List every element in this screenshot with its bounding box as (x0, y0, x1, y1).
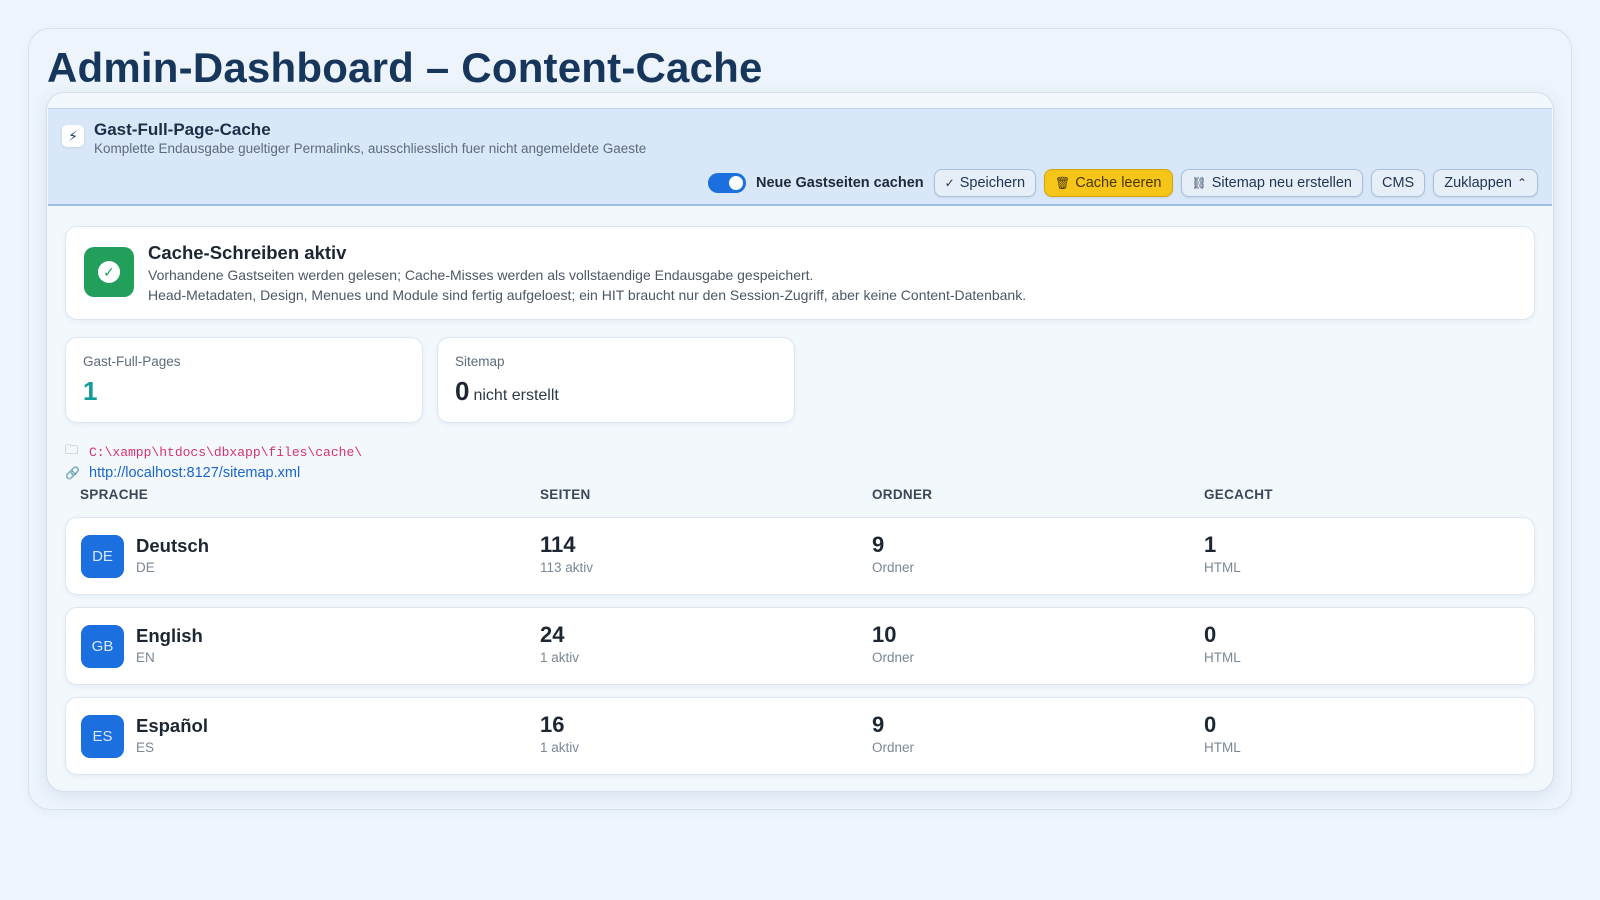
table-row[interactable]: GB English EN 24 1 aktiv 10 Ordner 0 HTML (65, 607, 1535, 685)
pages-cell: 16 1 aktiv (540, 712, 579, 755)
cache-new-pages-toggle[interactable] (708, 173, 747, 193)
link-icon: 🔗 (65, 466, 80, 480)
folders-count: 10 (872, 622, 897, 647)
folder-icon: 🗀 (65, 442, 79, 457)
clear-cache-button[interactable]: 🗑 Cache leeren (1044, 169, 1173, 197)
sitemap-icon: ⛓ (1191, 176, 1207, 190)
check-icon: ✓ (98, 261, 120, 283)
stat-card-guest-pages: Gast-Full-Pages 1 (65, 337, 423, 423)
flag-badge: GB (81, 625, 124, 668)
pages-cell: 114 113 aktiv (540, 532, 593, 575)
status-title: Cache-Schreiben aktiv (148, 242, 347, 263)
stat-value-wrap: 0 nicht erstellt (455, 376, 559, 407)
cache-path-row: 🗀 C:\xampp\htdocs\dbxapp\files\cache\ (65, 441, 362, 463)
status-icon: ✓ (84, 247, 134, 297)
cached-label: HTML (1204, 650, 1241, 665)
check-circle-icon: ✓ (944, 176, 955, 190)
toggle-label: Neue Gastseiten cachen (756, 175, 924, 191)
save-label: Speichern (959, 175, 1026, 191)
column-header-cached: GECACHT (1204, 487, 1273, 502)
save-button[interactable]: ✓ Speichern (933, 169, 1037, 197)
status-description-1: Vorhandene Gastseiten werden gelesen; Ca… (148, 267, 814, 283)
folders-count: 9 (872, 532, 885, 557)
column-header-folders: ORDNER (872, 487, 933, 502)
trash-icon: 🗑 (1055, 176, 1071, 190)
collapse-button[interactable]: Zuklappen ⌃ (1433, 169, 1538, 197)
language-name: English (136, 625, 203, 646)
language-code: ES (136, 740, 155, 755)
cache-path: C:\xampp\htdocs\dbxapp\files\cache\ (89, 444, 363, 460)
cached-cell: 0 HTML (1204, 622, 1241, 665)
folders-cell: 10 Ordner (872, 622, 914, 665)
stat-value: 0 (455, 376, 470, 406)
sitemap-link[interactable]: http://localhost:8127/sitemap.xml (89, 465, 300, 481)
pages-cell: 24 1 aktiv (540, 622, 579, 665)
folders-count: 9 (872, 712, 885, 737)
pages-active: 1 aktiv (540, 740, 580, 755)
column-header-pages: SEITEN (540, 487, 591, 502)
pages-active: 113 aktiv (540, 560, 594, 575)
status-description-2: Head-Metadaten, Design, Menues und Modul… (148, 287, 1027, 303)
table-row[interactable]: ES Español ES 16 1 aktiv 9 Ordner 0 HTML (65, 697, 1535, 775)
page-title: Admin-Dashboard – Content-Cache (47, 44, 763, 91)
pages-count: 24 (540, 622, 565, 647)
collapse-label: Zuklappen (1444, 175, 1512, 191)
panel-toolbar: Neue Gastseiten cachen ✓ Speichern 🗑 Cache… (708, 169, 1538, 197)
toggle-knob (729, 176, 744, 190)
pages-count: 16 (540, 712, 565, 737)
cached-cell: 1 HTML (1204, 532, 1241, 575)
language-name: Deutsch (136, 535, 209, 556)
stat-card-sitemap: Sitemap 0 nicht erstellt (437, 337, 795, 423)
language-code: EN (136, 650, 155, 665)
chevron-up-icon: ⌃ (1516, 176, 1527, 190)
folders-label: Ordner (872, 560, 915, 575)
sitemap-label: Sitemap neu erstellen (1211, 175, 1352, 191)
cached-count: 0 (1204, 622, 1217, 647)
sitemap-url-row: 🔗 http://localhost:8127/sitemap.xml (65, 465, 300, 481)
language-name: Español (136, 715, 208, 736)
folders-cell: 9 Ordner (872, 532, 914, 575)
bolt-icon: ⚡ (62, 125, 84, 147)
cms-label: CMS (1381, 175, 1415, 191)
cached-count: 0 (1204, 712, 1217, 737)
folders-label: Ordner (872, 650, 915, 665)
cached-cell: 0 HTML (1204, 712, 1241, 755)
stat-label: Gast-Full-Pages (83, 354, 181, 369)
cms-button[interactable]: CMS (1370, 169, 1426, 197)
cached-label: HTML (1204, 560, 1241, 575)
pages-count: 114 (540, 532, 576, 557)
cached-count: 1 (1204, 532, 1217, 557)
cached-label: HTML (1204, 740, 1241, 755)
folders-label: Ordner (872, 740, 915, 755)
language-code: DE (136, 560, 155, 575)
flag-badge: DE (81, 535, 124, 578)
stat-value: 1 (83, 376, 98, 406)
panel-subtitle: Komplette Endausgabe gueltiger Permalink… (94, 141, 647, 156)
folders-cell: 9 Ordner (872, 712, 914, 755)
stat-label: Sitemap (455, 354, 505, 369)
table-row[interactable]: DE Deutsch DE 114 113 aktiv 9 Ordner 1 HTML (65, 517, 1535, 595)
flag-badge: ES (81, 715, 124, 758)
panel-title: Gast-Full-Page-Cache (94, 120, 271, 139)
column-header-language: SPRACHE (80, 487, 149, 502)
pages-active: 1 aktiv (540, 650, 580, 665)
stat-suffix: nicht erstellt (473, 387, 559, 404)
clear-cache-label: Cache leeren (1075, 175, 1162, 191)
rebuild-sitemap-button[interactable]: ⛓ Sitemap neu erstellen (1180, 169, 1363, 197)
